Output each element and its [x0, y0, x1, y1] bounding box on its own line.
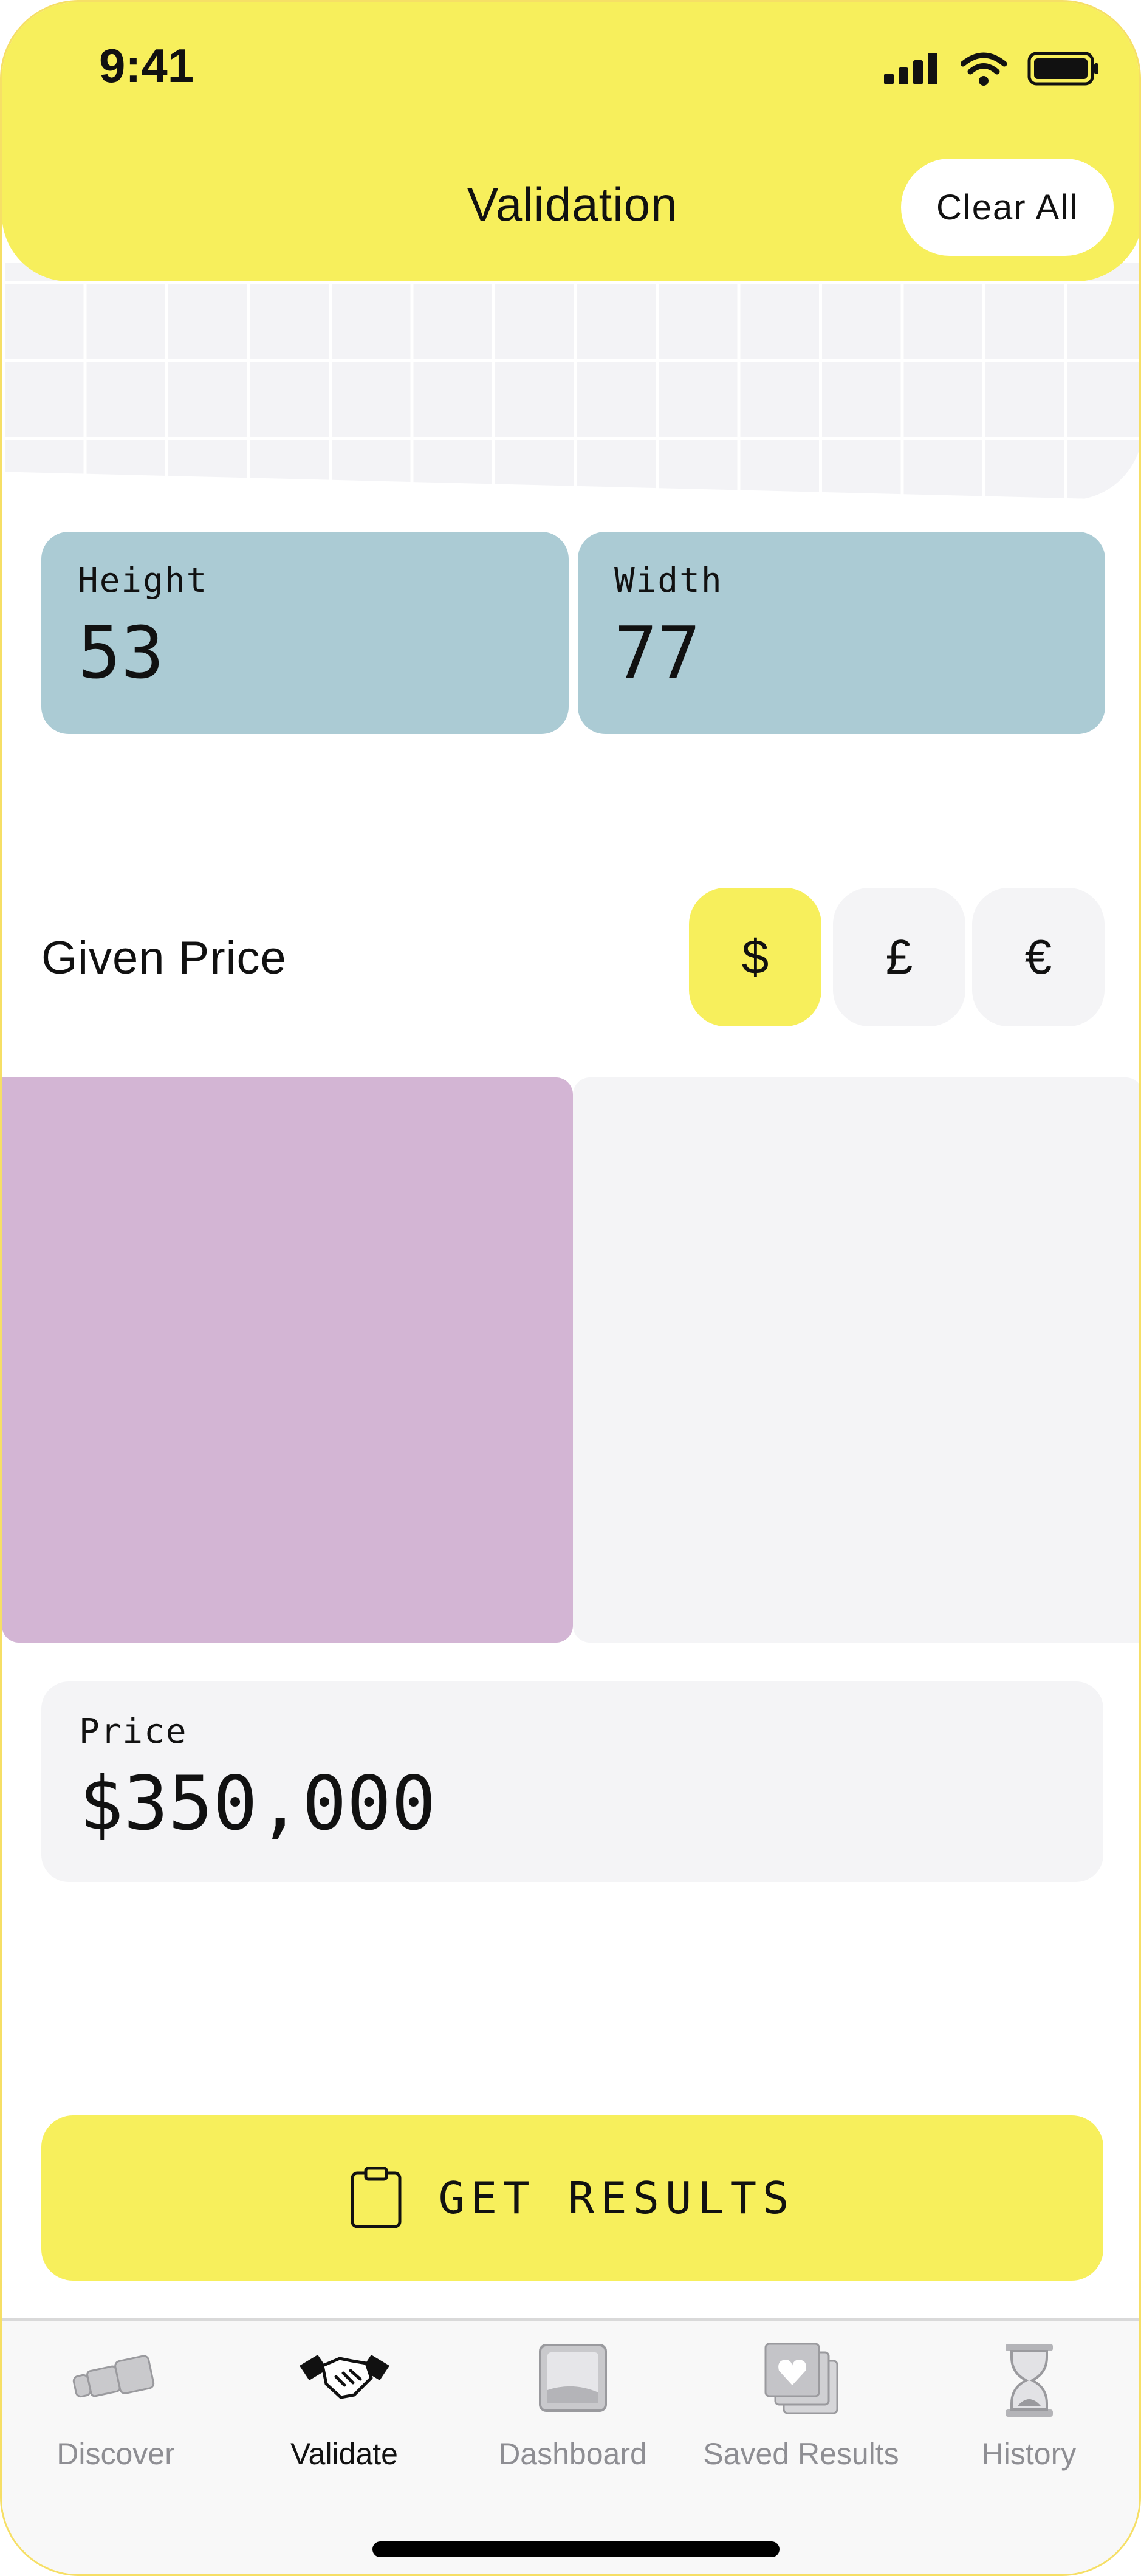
telescope-icon — [72, 2355, 154, 2398]
height-value: 53 — [78, 611, 165, 695]
currency-pound-button[interactable]: £ — [833, 888, 965, 1026]
tab-history[interactable]: History — [915, 2321, 1139, 2485]
height-field[interactable]: Height 53 — [41, 532, 569, 734]
currency-euro-button[interactable]: € — [972, 888, 1105, 1026]
home-indicator — [372, 2541, 780, 2557]
color-swatch-right — [573, 1077, 1139, 1643]
saved-results-icon — [764, 2343, 838, 2414]
tab-discover-label: Discover — [57, 2437, 175, 2471]
tab-dashboard-label: Dashboard — [498, 2437, 647, 2471]
clipboard-icon — [351, 2167, 402, 2228]
tab-dashboard[interactable]: Dashboard — [459, 2321, 687, 2485]
signal-icon — [884, 53, 937, 84]
price-field[interactable]: Price $350,000 — [41, 1681, 1103, 1882]
get-results-label: GET RESULTS — [438, 2172, 795, 2224]
width-label: Width — [614, 561, 723, 600]
tab-bar: Discover Validate Dashboard Saved Result… — [2, 2318, 1139, 2574]
get-results-button[interactable]: GET RESULTS — [41, 2115, 1103, 2281]
dashboard-icon — [538, 2344, 607, 2412]
phone-screen: 9:41 Validation Clear All Height 53 Widt… — [0, 0, 1141, 2576]
wifi-icon — [961, 52, 1007, 86]
width-value: 77 — [614, 611, 701, 695]
tab-validate-label: Validate — [290, 2437, 398, 2471]
given-price-label: Given Price — [41, 932, 287, 984]
tab-saved-results-label: Saved Results — [703, 2437, 899, 2471]
currency-dollar-button[interactable]: $ — [689, 888, 821, 1026]
grid-canvas — [2, 263, 1139, 500]
tab-history-label: History — [981, 2437, 1077, 2471]
width-field[interactable]: Width 77 — [578, 532, 1105, 734]
color-swatch-left — [2, 1077, 573, 1643]
price-label: Price — [79, 1712, 188, 1751]
status-time: 9:41 — [99, 39, 194, 92]
height-label: Height — [78, 561, 208, 600]
tab-validate[interactable]: Validate — [230, 2321, 458, 2485]
tab-discover[interactable]: Discover — [2, 2321, 230, 2485]
battery-icon — [1027, 52, 1098, 86]
price-value: $350,000 — [79, 1760, 436, 1847]
tab-saved-results[interactable]: Saved Results — [687, 2321, 915, 2485]
header: 9:41 Validation Clear All — [2, 2, 1139, 281]
handshake-icon — [299, 2355, 389, 2399]
hourglass-icon — [1005, 2344, 1053, 2417]
clear-all-button[interactable]: Clear All — [901, 159, 1114, 256]
status-icons — [884, 52, 1100, 86]
